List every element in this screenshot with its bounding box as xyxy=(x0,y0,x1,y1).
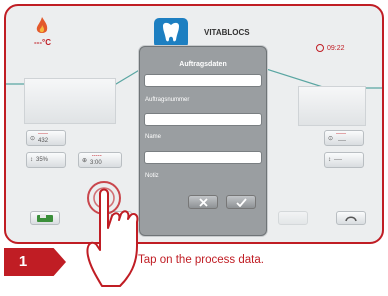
label-name: Name xyxy=(145,134,162,140)
name-input[interactable] xyxy=(144,151,262,164)
temperature-readout: ---°C xyxy=(34,38,51,47)
param-top: ----- xyxy=(38,131,49,137)
dialog-title: Auftragsdaten xyxy=(179,61,227,68)
order-number-input[interactable] xyxy=(144,113,262,126)
param-symbol: ⊕ xyxy=(82,157,88,164)
param-symbol: ↕ xyxy=(30,157,33,163)
param-bottom: ---- xyxy=(338,138,347,144)
param-symbol: ↕ xyxy=(328,157,331,163)
param-hold-left[interactable]: ⊕ ----- 3:00 xyxy=(78,152,122,168)
tapping-hand-icon xyxy=(86,181,139,287)
device-screen: ---°C VITABLOCS 09:22 ⊙ ----- 432 ↕ 35% … xyxy=(4,4,384,244)
param-bottom: 3:00 xyxy=(90,160,102,166)
close-icon xyxy=(198,197,208,207)
param-bottom: 432 xyxy=(38,138,49,144)
instruction-caption: Tap on the process data. xyxy=(138,254,264,266)
tooth-program-icon xyxy=(37,214,53,222)
curve-panel-left xyxy=(24,78,116,124)
param-bottom: ---- xyxy=(334,156,342,163)
toolbar-tooth-program-button[interactable] xyxy=(30,211,60,225)
param-top: ----- xyxy=(91,153,102,159)
step-indicator: 1 xyxy=(4,248,66,276)
label-order-number: Auftragsnummer xyxy=(145,97,190,103)
step-number: 1 xyxy=(18,253,28,270)
confirm-button[interactable] xyxy=(226,195,256,209)
order-data-dialog: Auftragsdaten Auftragsnummer Name Notiz xyxy=(139,46,267,236)
program-title: VITABLOCS xyxy=(204,28,250,37)
param-rate-right[interactable]: ↕ ---- xyxy=(324,152,364,168)
curve-panel-right xyxy=(298,86,366,126)
toolbar-blank-button[interactable] xyxy=(278,211,308,225)
checkmark-icon xyxy=(235,197,247,207)
param-bottom: 35% xyxy=(36,156,49,163)
param-temperature-right[interactable]: ⊙ ----- ---- xyxy=(324,130,364,146)
cancel-button[interactable] xyxy=(188,195,218,209)
dialog-field-1[interactable] xyxy=(144,74,262,87)
param-symbol: ⊙ xyxy=(30,135,36,142)
param-rate-left[interactable]: ↕ 35% xyxy=(26,152,66,168)
clock-icon xyxy=(316,44,324,52)
clock: 09:22 xyxy=(316,44,345,52)
param-top: ----- xyxy=(336,131,347,137)
toolbar-back-button[interactable] xyxy=(336,211,366,225)
clock-time: 09:22 xyxy=(327,44,345,52)
flame-icon xyxy=(36,17,48,33)
param-temperature-left[interactable]: ⊙ ----- 432 xyxy=(26,130,66,146)
tooth-icon xyxy=(163,22,179,42)
param-symbol: ⊙ xyxy=(328,135,334,142)
program-logo[interactable] xyxy=(154,18,188,48)
back-icon xyxy=(345,215,357,221)
